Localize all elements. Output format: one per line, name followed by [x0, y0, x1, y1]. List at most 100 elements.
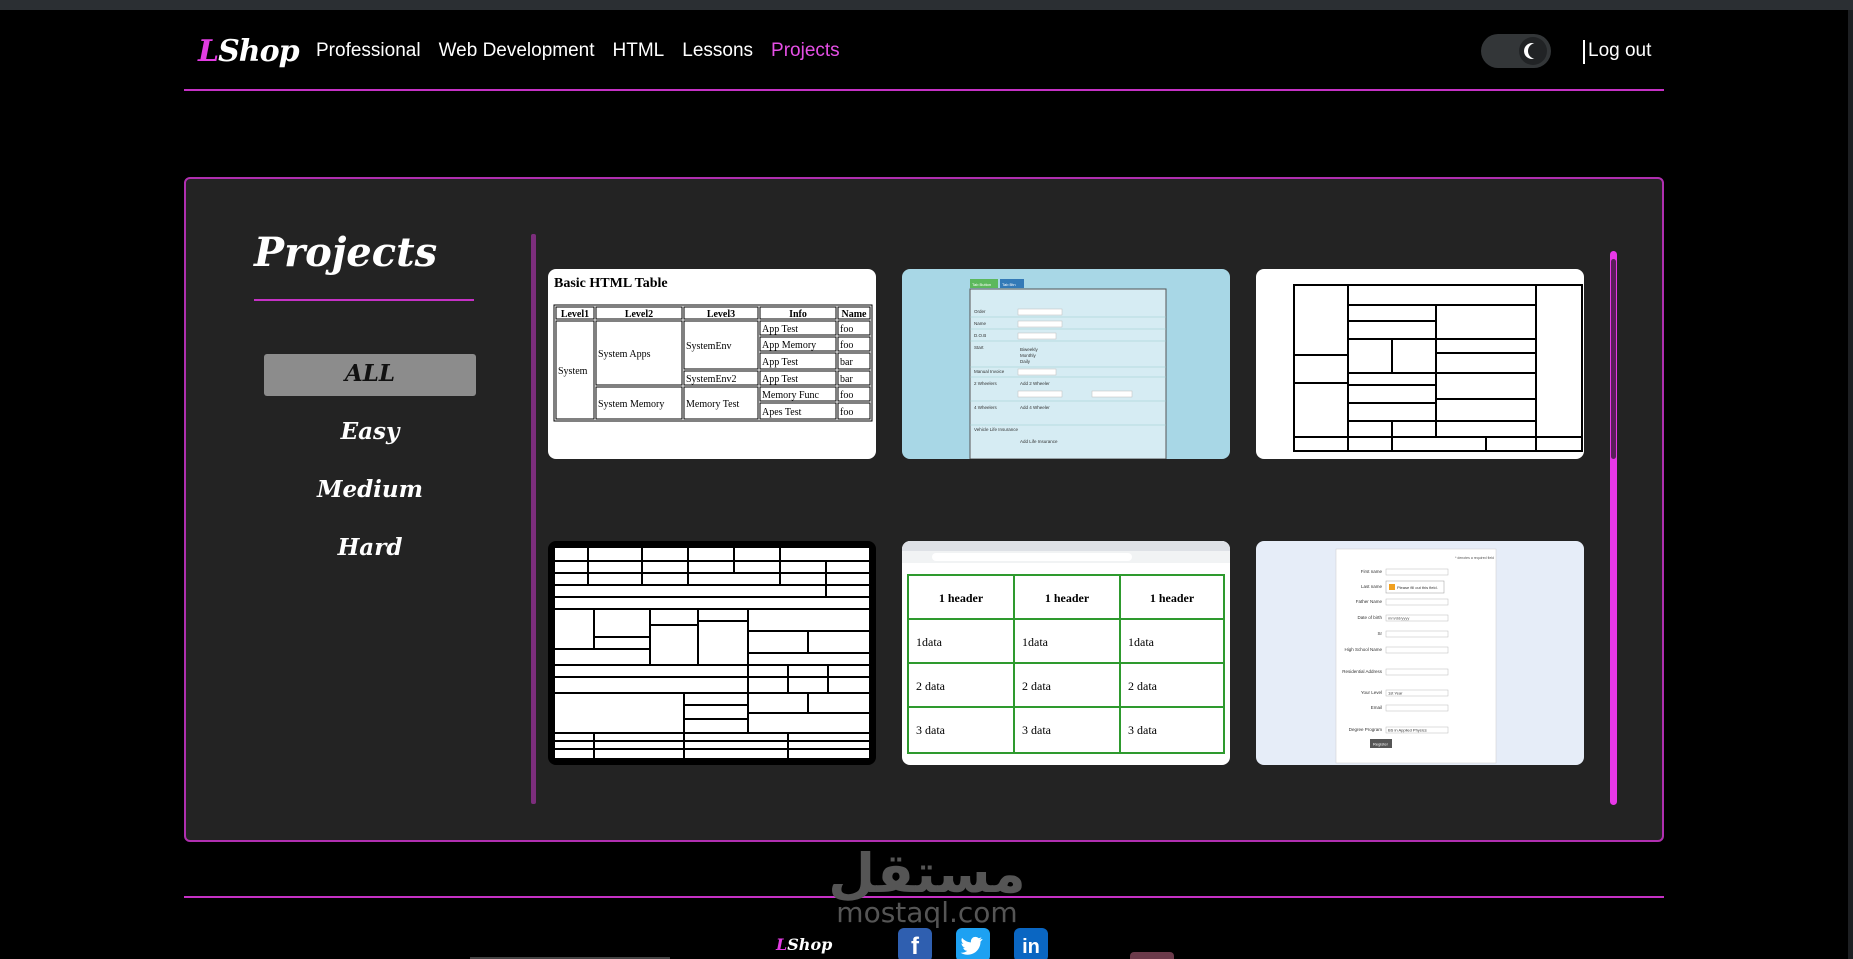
facebook-icon[interactable]: f	[898, 928, 932, 959]
grid-cell: 2 data	[1022, 679, 1052, 693]
grid-cell: 1data	[1022, 635, 1049, 649]
watermark: مستقل mostaql.com	[812, 842, 1042, 930]
project-thumbnail: Basic HTML Table Level1 Level2 Level3 In…	[553, 276, 873, 422]
grid-header: 1 header	[1150, 591, 1195, 605]
grid-cell: 1data	[916, 635, 943, 649]
form-label: First name	[1361, 569, 1383, 574]
project-card-registration-form[interactable]: First name Last name Father Name Date of…	[1256, 541, 1584, 765]
table-cell: SystemEnv	[686, 341, 732, 352]
table-cell: SystemEnv2	[686, 374, 737, 385]
project-card-green-grid[interactable]: 1 header 1 header 1 header 1data 1data 1…	[902, 541, 1230, 765]
scrollbar-thumb[interactable]	[1611, 259, 1616, 459]
table-cell: System Apps	[598, 349, 651, 360]
logout-link[interactable]: Log out	[1583, 40, 1651, 64]
form-label: Last name	[1361, 584, 1383, 589]
table-cell: bar	[840, 374, 853, 385]
project-card-layout-boxes[interactable]	[1256, 269, 1584, 459]
project-card-blue-form[interactable]: Tab Button Tab Btn Order Name D.O.B Star…	[902, 269, 1230, 459]
form-label: Email	[1371, 705, 1382, 710]
project-thumbnail: Tab Button Tab Btn Order Name D.O.B Star…	[969, 279, 1167, 459]
card-title: Basic HTML Table	[554, 276, 668, 291]
footer-logo[interactable]: LShop	[776, 935, 832, 954]
table-header: Level3	[707, 309, 735, 320]
sub-button: Add 4 Wheeler	[1020, 405, 1050, 410]
table-cell: Apes Test	[762, 407, 802, 418]
project-thumbnail: First name Last name Father Name Date of…	[1335, 548, 1497, 764]
grid-header: 1 header	[939, 591, 984, 605]
form-label: Date of birth	[1357, 615, 1382, 620]
grid-cell: 3 data	[1022, 723, 1052, 737]
form-label: Name	[974, 321, 987, 326]
watermark-latin: mostaql.com	[836, 896, 1018, 929]
form-label: Vehicle Life Insurance	[974, 427, 1019, 432]
window-edge	[1848, 10, 1853, 959]
grid-header: 1 header	[1045, 591, 1090, 605]
nav-link-projects[interactable]: Projects	[771, 40, 840, 62]
theme-toggle[interactable]	[1481, 34, 1551, 68]
table-cell: App Test	[762, 374, 798, 385]
title-underline	[254, 299, 474, 301]
project-thumbnail	[553, 546, 871, 760]
logo-text: Shop	[218, 34, 299, 69]
sub-button: Add 2 Wheeler	[1020, 381, 1050, 386]
form-label: Residential Address	[1342, 669, 1383, 674]
table-header: Level1	[561, 309, 589, 320]
radio-label: Biweekly	[1020, 347, 1039, 352]
table-header: Info	[789, 309, 807, 320]
twitter-bird-icon	[960, 936, 983, 955]
table-cell: bar	[840, 357, 853, 368]
tab-button: Tab Btn	[1002, 282, 1016, 287]
table-cell: Memory Func	[762, 390, 820, 401]
nav-link-lessons[interactable]: Lessons	[682, 40, 753, 62]
register-button: Register	[1373, 742, 1389, 747]
form-label: D.O.B	[974, 333, 986, 338]
theme-toggle-knob	[1519, 37, 1547, 65]
nav-link-professional[interactable]: Professional	[316, 40, 421, 62]
project-thumbnail: 1 header 1 header 1 header 1data 1data 1…	[902, 541, 1230, 754]
watermark-arabic: مستقل	[828, 842, 1026, 905]
table-header: Name	[842, 309, 868, 320]
filter-medium[interactable]: Medium	[264, 470, 476, 512]
tab-button: Tab Button	[972, 282, 991, 287]
grid-cell: 2 data	[1128, 679, 1158, 693]
nav-links: Professional Web Development HTML Lesson…	[316, 40, 840, 62]
filter-all[interactable]: ALL	[264, 354, 476, 396]
form-label: 2 Wheelers	[974, 381, 998, 386]
form-label: Father Name	[1356, 599, 1383, 604]
logo[interactable]: LShop	[198, 34, 300, 69]
project-card-basic-table[interactable]: Basic HTML Table Level1 Level2 Level3 In…	[548, 269, 876, 459]
table-cell: System Memory	[598, 399, 664, 410]
filter-hard[interactable]: Hard	[264, 528, 476, 570]
nav-link-web-development[interactable]: Web Development	[439, 40, 595, 62]
form-label: Your Level	[1361, 690, 1382, 695]
form-label: 4 Wheelers	[974, 405, 998, 410]
logo-letter: L	[198, 34, 219, 69]
grid-cell: 3 data	[916, 723, 946, 737]
linkedin-icon[interactable]: in	[1014, 928, 1048, 959]
form-label: Degree Program	[1349, 727, 1383, 732]
filter-easy[interactable]: Easy	[264, 412, 476, 454]
required-note: * denotes a required field	[1455, 556, 1494, 560]
footer-logo-letter: L	[776, 935, 788, 954]
table-cell: foo	[840, 340, 853, 351]
twitter-icon[interactable]	[956, 928, 990, 959]
table-cell: foo	[840, 407, 853, 418]
level-select: 1st Year	[1388, 691, 1403, 696]
project-thumbnail	[1293, 284, 1583, 452]
program-select: BS in Applied Physics	[1388, 728, 1427, 733]
table-header: Level2	[625, 309, 653, 320]
grid-cell: 3 data	[1128, 723, 1158, 737]
nav-link-html[interactable]: HTML	[613, 40, 665, 62]
table-cell: Memory Test	[686, 399, 739, 410]
navbar: LShop Professional Web Development HTML …	[184, 10, 1664, 91]
moon-icon	[1528, 43, 1544, 59]
vertical-divider	[531, 234, 536, 804]
browser-top-strip	[0, 0, 1853, 10]
page-title: Projects	[254, 229, 438, 276]
table-cell: foo	[840, 390, 853, 401]
form-label: Start	[974, 345, 984, 350]
project-card-complex-layout[interactable]	[548, 541, 876, 765]
footer-logo-text: Shop	[787, 935, 833, 954]
radio-label: Monthly	[1020, 353, 1037, 358]
table-cell: App Test	[762, 357, 798, 368]
